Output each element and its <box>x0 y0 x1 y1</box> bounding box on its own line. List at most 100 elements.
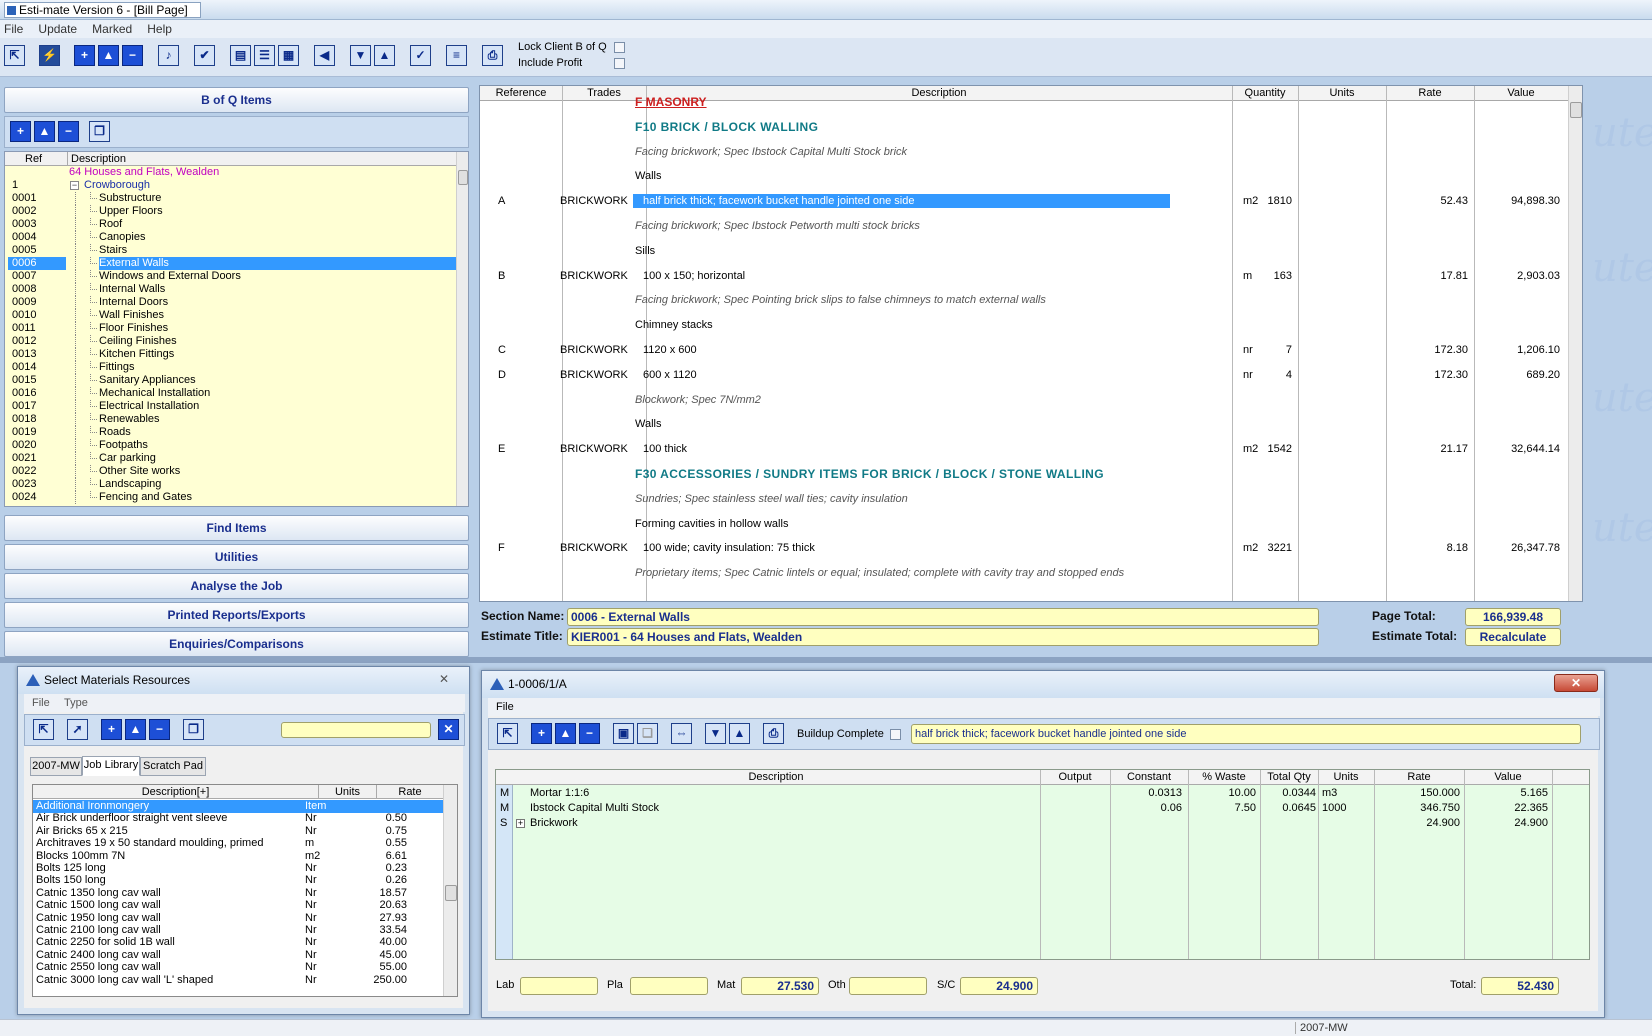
add-icon[interactable]: + <box>74 45 95 66</box>
menu-update[interactable]: Update <box>32 20 83 38</box>
tree-scrollbar[interactable] <box>456 152 468 506</box>
materials-row[interactable]: Additional Ironmongery Item <box>33 800 443 813</box>
materials-row[interactable]: Bolts 150 long Nr 0.26 <box>33 874 443 887</box>
tree-row[interactable]: 0019 Roads <box>5 426 456 439</box>
materials-row[interactable]: Catnic 2250 for solid 1B wall Nr 40.00 <box>33 936 443 949</box>
bill-scrollbar[interactable] <box>1568 86 1582 601</box>
buildup-row[interactable]: M Ibstock Capital Multi Stock 0.06 7.50 0.06… <box>496 801 1589 816</box>
section-name-field[interactable]: 0006 - External Walls <box>567 608 1319 626</box>
tree-row[interactable]: 0008 Internal Walls <box>5 283 456 296</box>
note-icon[interactable]: ♪ <box>158 45 179 66</box>
tree-row[interactable]: 1 − Crowborough <box>5 179 456 192</box>
materials-menu-type[interactable]: Type <box>64 697 88 709</box>
buildup-row[interactable]: M Mortar 1:1:6 0.0313 10.00 0.0344 m3 150.000 5… <box>496 786 1589 801</box>
tree-row[interactable]: 0010 Wall Finishes <box>5 309 456 322</box>
tree-row[interactable]: 0015 Sanitary Appliances <box>5 374 456 387</box>
exit-icon[interactable]: ⇱ <box>4 45 25 66</box>
bill-scroll-thumb[interactable] <box>1570 102 1582 118</box>
materials-row[interactable]: Catnic 3000 long cav wall 'L' shaped Nr 25… <box>33 974 443 987</box>
tree-row[interactable]: 0007 Windows and External Doors <box>5 270 456 283</box>
move-down-icon[interactable]: ▼ <box>350 45 371 66</box>
check-icon[interactable]: ✔ <box>194 45 215 66</box>
bill-row-description[interactable]: 100 wide; cavity insulation: 75 thick <box>643 541 815 555</box>
exit-icon[interactable]: ⇱ <box>497 723 518 744</box>
include-profit-checkbox[interactable] <box>614 58 625 69</box>
copy-icon[interactable]: ❐ <box>183 719 204 740</box>
tree-row[interactable]: 0003 Roof <box>5 218 456 231</box>
menu-help[interactable]: Help <box>141 20 178 38</box>
utilities-button[interactable]: Utilities <box>4 544 469 570</box>
remove-icon[interactable]: − <box>149 719 170 740</box>
buildup-item-description[interactable]: half brick thick; facework bucket handle… <box>911 724 1581 744</box>
materials-row[interactable]: Catnic 2100 long cav wall Nr 33.54 <box>33 924 443 937</box>
menu-file[interactable]: File <box>0 20 29 38</box>
materials-row[interactable]: Catnic 1500 long cav wall Nr 20.63 <box>33 899 443 912</box>
tree-row[interactable]: 0022 Other Site works <box>5 465 456 478</box>
paste-icon[interactable]: ❏ <box>637 723 658 744</box>
tree-row[interactable]: 0014 Fittings <box>5 361 456 374</box>
materials-row[interactable]: Air Brick underfloor straight vent sleev… <box>33 812 443 825</box>
bill-row-description[interactable]: 100 thick <box>643 442 687 456</box>
bill-row-description[interactable]: 100 x 150; horizontal <box>643 269 745 283</box>
materials-scrollbar[interactable] <box>443 785 457 996</box>
print-icon[interactable]: ⎙ <box>482 45 503 66</box>
tree-row[interactable]: 0005 Stairs <box>5 244 456 257</box>
remove-item-icon[interactable]: − <box>58 121 79 142</box>
remove-icon[interactable]: − <box>579 723 600 744</box>
tree-row[interactable]: 0017 Electrical Installation <box>5 400 456 413</box>
estimate-title-field[interactable]: KIER001 - 64 Houses and Flats, Wealden <box>567 628 1319 646</box>
tree-row[interactable]: 0021 Car parking <box>5 452 456 465</box>
materials-row[interactable]: Catnic 1350 long cav wall Nr 18.57 <box>33 887 443 900</box>
buildup-complete-checkbox[interactable] <box>890 729 901 740</box>
tree-icon[interactable]: ☰ <box>254 45 275 66</box>
printed-reports-button[interactable]: Printed Reports/Exports <box>4 602 469 628</box>
tree-row[interactable]: 0012 Ceiling Finishes <box>5 335 456 348</box>
pointer-icon[interactable]: ➚ <box>67 719 88 740</box>
materials-row[interactable]: Air Bricks 65 x 215 Nr 0.75 <box>33 825 443 838</box>
materials-row[interactable]: Blocks 100mm 7N m2 6.61 <box>33 850 443 863</box>
add-item-icon[interactable]: + <box>10 121 31 142</box>
calc-icon[interactable]: ▦ <box>278 45 299 66</box>
back-icon[interactable]: ◀ <box>314 45 335 66</box>
bill-row-description[interactable]: 600 x 1120 <box>643 368 697 382</box>
tree-row[interactable]: 0001 Substructure <box>5 192 456 205</box>
move-up-icon[interactable]: ▲ <box>98 45 119 66</box>
copy-icon[interactable]: ❐ <box>89 121 110 142</box>
close-icon[interactable]: ✕ <box>1554 674 1598 692</box>
clear-search-icon[interactable]: ✕ <box>438 719 459 740</box>
splitter[interactable] <box>0 657 1652 663</box>
expand-icon[interactable]: − <box>70 181 79 190</box>
add-icon[interactable]: + <box>531 723 552 744</box>
lock-client-checkbox[interactable] <box>614 42 625 53</box>
move-down-icon[interactable]: ▼ <box>705 723 726 744</box>
tree-row[interactable]: 0018 Renewables <box>5 413 456 426</box>
recalculate-button[interactable]: Recalculate <box>1465 628 1561 646</box>
report-icon[interactable]: ▤ <box>230 45 251 66</box>
add-icon[interactable]: + <box>101 719 122 740</box>
materials-scroll-thumb[interactable] <box>445 885 457 901</box>
print-icon[interactable]: ⎙ <box>763 723 784 744</box>
analyse-job-button[interactable]: Analyse the Job <box>4 573 469 599</box>
move-item-up-icon[interactable]: ▲ <box>34 121 55 142</box>
enquiries-button[interactable]: Enquiries/Comparisons <box>4 631 469 657</box>
list-icon[interactable]: ≡ <box>446 45 467 66</box>
tree-row[interactable]: 0004 Canopies <box>5 231 456 244</box>
expand-icon[interactable]: + <box>516 819 525 828</box>
materials-search-input[interactable] <box>281 722 431 738</box>
tab-job-library[interactable]: Job Library <box>82 756 140 776</box>
move-up-icon[interactable]: ▲ <box>555 723 576 744</box>
tree-row[interactable]: 0006 External Walls <box>5 257 456 270</box>
tree-row[interactable]: 0024 Fencing and Gates <box>5 491 456 504</box>
exit-icon[interactable]: ⇱ <box>33 719 54 740</box>
tree-row[interactable]: 0020 Footpaths <box>5 439 456 452</box>
move-top-icon[interactable]: ▲ <box>729 723 750 744</box>
calendar-icon[interactable]: ▣ <box>613 723 634 744</box>
close-icon[interactable]: ✕ <box>432 671 456 689</box>
buildup-menu-file[interactable]: File <box>496 701 514 713</box>
tree-scroll-thumb[interactable] <box>458 170 468 185</box>
materials-row[interactable]: Catnic 2400 long cav wall Nr 45.00 <box>33 949 443 962</box>
swap-icon[interactable]: ⇔ <box>671 723 692 744</box>
move-up-icon[interactable]: ▲ <box>125 719 146 740</box>
materials-row[interactable]: Catnic 1950 long cav wall Nr 27.93 <box>33 912 443 925</box>
tree-row[interactable]: 64 Houses and Flats, Wealden <box>5 166 456 179</box>
